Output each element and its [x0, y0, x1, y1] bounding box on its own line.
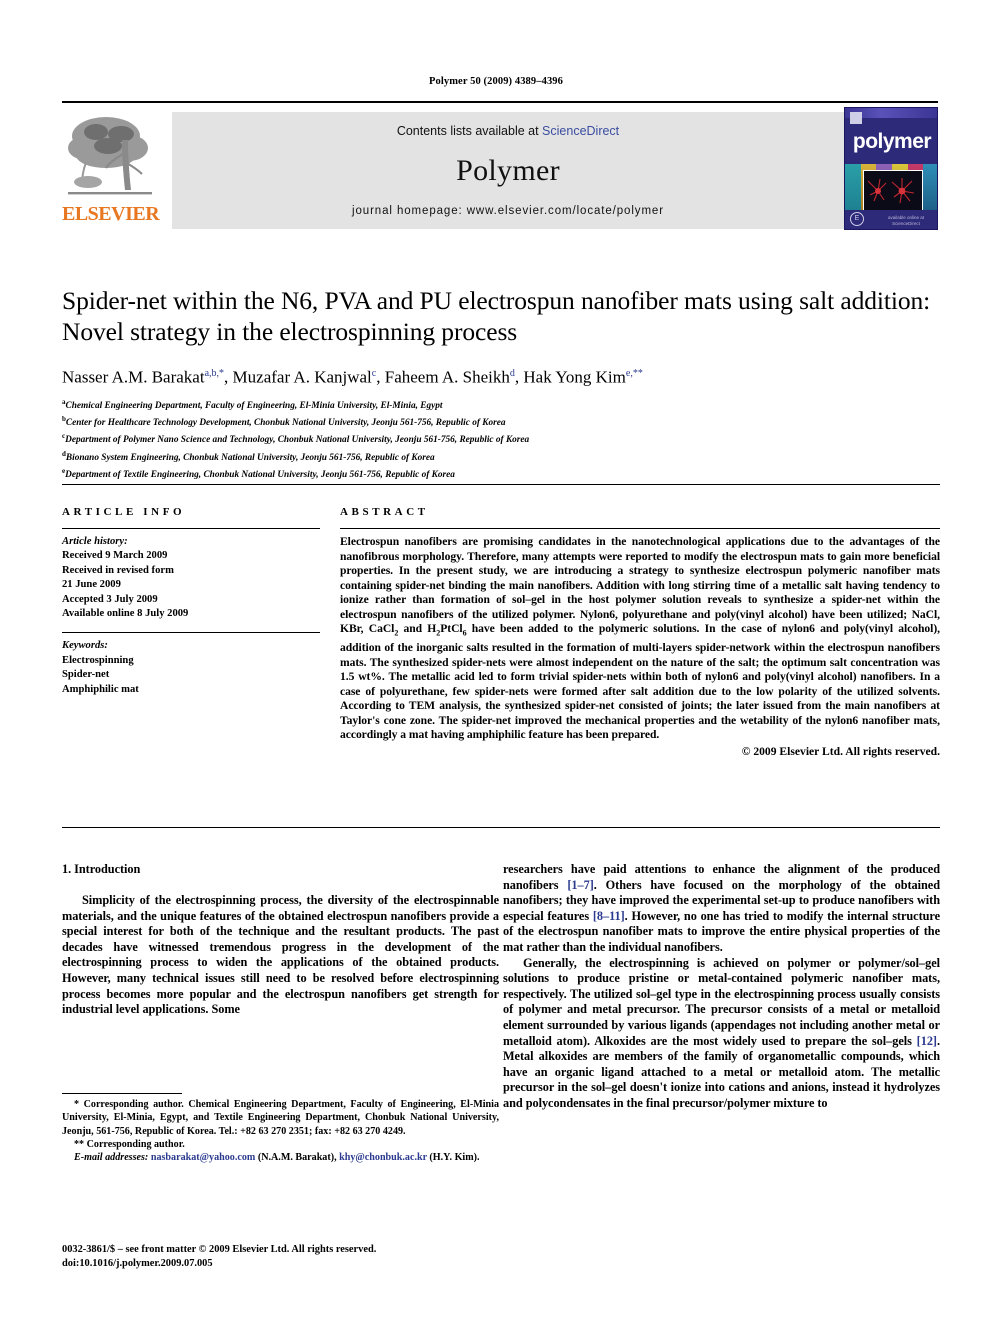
- email-addresses-note: E-mail addresses: nasbarakat@yahoo.com (…: [74, 1152, 480, 1164]
- email-link-2[interactable]: khy@chonbuk.ac.kr: [339, 1152, 427, 1163]
- email-link-1[interactable]: nasbarakat@yahoo.com: [151, 1152, 255, 1163]
- footnote-divider: [62, 1093, 182, 1094]
- abstract-block: ABSTRACT Electrospun nanofibers are prom…: [340, 506, 940, 758]
- journal-band: Contents lists available at ScienceDirec…: [172, 112, 844, 229]
- affiliation-item: aChemical Engineering Department, Facult…: [62, 396, 762, 413]
- divider-below-abstract: [62, 827, 940, 828]
- affiliation-item: cDepartment of Polymer Nano Science and …: [62, 430, 762, 447]
- cover-elsevier-badge-icon: E: [850, 212, 864, 226]
- journal-masthead: ELSEVIER Contents lists available at Sci…: [62, 101, 938, 231]
- cover-footer-band: E available online at ScienceDirect: [845, 210, 937, 229]
- affiliation-item: bCenter for Healthcare Technology Develo…: [62, 413, 762, 430]
- keyword-item: Spider-net: [62, 669, 110, 681]
- abstract-rule: [340, 528, 940, 529]
- issn-front-matter: 0032-3861/$ – see front matter © 2009 El…: [62, 1244, 377, 1255]
- intro-paragraph-left: Simplicity of the electrospinning proces…: [62, 893, 499, 1017]
- journal-cover-image: polymer E available online at ScienceDir…: [844, 107, 938, 230]
- history-item: 21 June 2009: [62, 579, 121, 591]
- cover-micrograph-inset: [863, 170, 923, 212]
- elsevier-wordmark: ELSEVIER: [62, 203, 160, 225]
- email-owner-1: (N.A.M. Barakat): [257, 1152, 335, 1164]
- affiliation-item: dBionano System Engineering, Chonbuk Nat…: [62, 448, 762, 465]
- history-item: Accepted 3 July 2009: [62, 593, 158, 605]
- elsevier-logo: ELSEVIER: [62, 106, 160, 230]
- contents-prefix: Contents lists available at: [396, 124, 543, 138]
- affiliation-list: aChemical Engineering Department, Facult…: [62, 396, 762, 482]
- footnote-block: * Corresponding author. Chemical Enginee…: [62, 1098, 499, 1164]
- article-history-label: Article history:: [62, 536, 128, 547]
- email-addresses-label: E-mail addresses:: [74, 1152, 149, 1164]
- cover-journal-title: polymer: [852, 130, 932, 153]
- running-head: Polymer 50 (2009) 4389–4396: [428, 76, 564, 87]
- article-history: Article history: Received 9 March 2009 R…: [62, 535, 320, 621]
- keyword-item: Electrospinning: [62, 654, 134, 666]
- history-item: Received 9 March 2009: [62, 550, 168, 562]
- keywords-label: Keywords:: [62, 640, 108, 652]
- keywords-block: Keywords: Electrospinning Spider-net Amp…: [62, 639, 320, 697]
- contents-lists-line: Contents lists available at ScienceDirec…: [172, 124, 844, 138]
- journal-title: Polymer: [456, 154, 560, 187]
- sciencedirect-link[interactable]: ScienceDirect: [542, 124, 619, 138]
- affiliation-text: Center for Healthcare Technology Develop…: [65, 418, 506, 429]
- abstract-text: Electrospun nanofibers are promising can…: [340, 535, 940, 742]
- affiliation-text: Bionano System Engineering, Chonbuk Nati…: [65, 452, 435, 463]
- history-item: Available online 8 July 2009: [62, 608, 189, 620]
- affiliation-text: Department of Textile Engineering, Chonb…: [65, 469, 455, 480]
- keywords-rule: [62, 632, 320, 634]
- article-info-block: ARTICLE INFO Article history: Received 9…: [62, 506, 320, 697]
- abstract-heading: ABSTRACT: [340, 506, 429, 518]
- author-list: Nasser A.M. Barakata,b,*, Muzafar A. Kan…: [62, 367, 643, 387]
- intro-paragraph-right-2: Generally, the electrospinning is achiev…: [503, 955, 940, 1110]
- keyword-item: Amphiphilic mat: [62, 683, 139, 695]
- journal-homepage-line[interactable]: journal homepage: www.elsevier.com/locat…: [172, 205, 844, 217]
- intro-paragraph-right-1: researchers have paid attentions to enha…: [503, 862, 941, 954]
- abstract-copyright: © 2009 Elsevier Ltd. All rights reserved…: [741, 744, 940, 758]
- body-column-left: 1. Introduction Simplicity of the electr…: [62, 862, 499, 1018]
- imprint-block: 0032-3861/$ – see front matter © 2009 El…: [62, 1243, 562, 1270]
- elsevier-tree-icon: [66, 110, 154, 200]
- affiliation-text: Chemical Engineering Department, Faculty…: [65, 401, 443, 412]
- page-title: Spider-net within the N6, PVA and PU ele…: [62, 286, 931, 346]
- affiliation-text: Department of Polymer Nano Science and T…: [65, 435, 530, 446]
- section-heading-introduction: 1. Introduction: [62, 862, 141, 876]
- article-info-heading: ARTICLE INFO: [62, 506, 186, 518]
- affiliation-item: eDepartment of Textile Engineering, Chon…: [62, 465, 762, 482]
- cover-publisher-mark-icon: [850, 112, 862, 124]
- body-column-right: researchers have paid attentions to enha…: [503, 862, 940, 1112]
- paper-page: Polymer 50 (2009) 4389–4396 ELSEVIER Con…: [0, 0, 992, 1323]
- corresponding-author-note-2: ** Corresponding author.: [74, 1138, 185, 1150]
- history-item: Received in revised form: [62, 564, 174, 576]
- doi[interactable]: doi:10.1016/j.polymer.2009.07.005: [62, 1257, 562, 1271]
- corresponding-author-note-1: * Corresponding author. Chemical Enginee…: [62, 1099, 499, 1137]
- divider-above-abstract: [62, 484, 940, 485]
- email-owner-2: (H.Y. Kim).: [429, 1152, 480, 1164]
- article-info-rule: [62, 528, 320, 529]
- cover-sciencedirect-note: available online at ScienceDirect: [887, 215, 925, 226]
